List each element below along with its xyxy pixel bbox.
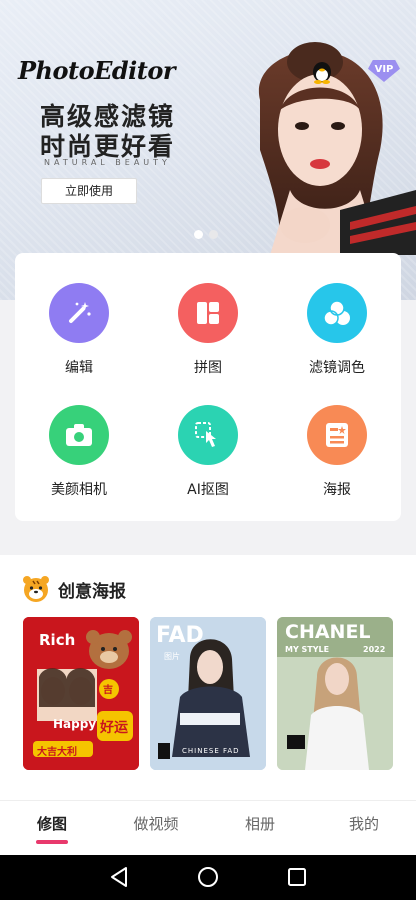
poster-text: 2022	[363, 645, 386, 654]
tool-edit-label: 编辑	[65, 360, 93, 376]
carousel-indicator	[194, 230, 218, 239]
poster-text: Happy	[53, 717, 97, 731]
back-icon[interactable]	[108, 865, 130, 889]
bottom-tab-bar: 修图 做视频 相册 我的	[0, 800, 416, 856]
active-tab-indicator	[36, 840, 68, 844]
recents-icon[interactable]	[286, 865, 308, 889]
tab-retouch[interactable]: 修图	[22, 813, 82, 834]
tool-beauty-camera[interactable]: 美颜相机	[29, 405, 129, 499]
app-brand-logo: PhotoEditor	[18, 56, 176, 85]
section-header: 创意海报	[22, 575, 126, 603]
tool-beauty-camera-label: 美颜相机	[51, 482, 107, 498]
use-now-button[interactable]: 立即使用	[41, 178, 137, 204]
poster-icon	[307, 405, 367, 465]
creative-poster-section: 创意海报 Rich Happy 吉 好运 大吉大利 FAD 图片 CHINESE…	[0, 555, 416, 800]
carousel-dot	[209, 230, 218, 239]
tool-poster[interactable]: 海报	[287, 405, 387, 499]
home-icon[interactable]	[197, 865, 219, 889]
tab-album[interactable]: 相册	[230, 813, 290, 834]
tool-ai-cutout[interactable]: AI抠图	[158, 405, 258, 499]
tool-edit[interactable]: 编辑	[29, 283, 129, 377]
carousel-dot-active	[194, 230, 203, 239]
magic-wand-icon	[49, 283, 109, 343]
poster-text: 好运	[100, 720, 128, 736]
tab-make-video[interactable]: 做视频	[126, 813, 186, 834]
poster-text: 吉	[103, 685, 113, 696]
poster-template-card[interactable]: Rich Happy 吉 好运 大吉大利	[23, 617, 139, 770]
banner-headline: 高级感滤镜时尚更好看	[40, 102, 176, 161]
collage-grid-icon	[178, 283, 238, 343]
section-title: 创意海报	[58, 581, 126, 602]
tool-poster-label: 海报	[323, 482, 351, 498]
tab-me[interactable]: 我的	[334, 813, 394, 834]
poster-text: MY STYLE	[285, 645, 330, 654]
tiger-icon	[23, 576, 49, 602]
poster-text: FAD	[156, 623, 204, 648]
poster-template-card[interactable]: CHANEL MY STYLE 2022	[277, 617, 393, 770]
poster-text: CHINESE FAD	[182, 747, 240, 755]
poster-template-card[interactable]: FAD 图片 CHINESE FAD	[150, 617, 266, 770]
filter-circles-icon	[307, 283, 367, 343]
cutout-hand-icon	[178, 405, 238, 465]
poster-text: 大吉大利	[37, 747, 77, 758]
poster-text: 图片	[164, 652, 180, 661]
tools-grid: 编辑 拼图 滤镜调色 美颜相机 AI抠图 海报	[15, 253, 401, 521]
tool-collage-label: 拼图	[194, 360, 222, 376]
camera-icon	[49, 405, 109, 465]
poster-text: CHANEL	[285, 621, 371, 643]
poster-text: Rich	[39, 631, 76, 649]
tool-filter[interactable]: 滤镜调色	[287, 283, 387, 377]
tool-filter-label: 滤镜调色	[309, 360, 365, 376]
banner-subline: NATURAL BEAUTY	[44, 158, 171, 167]
tool-ai-cutout-label: AI抠图	[187, 482, 229, 498]
system-navigation-bar	[0, 855, 416, 900]
tool-collage[interactable]: 拼图	[158, 283, 258, 377]
